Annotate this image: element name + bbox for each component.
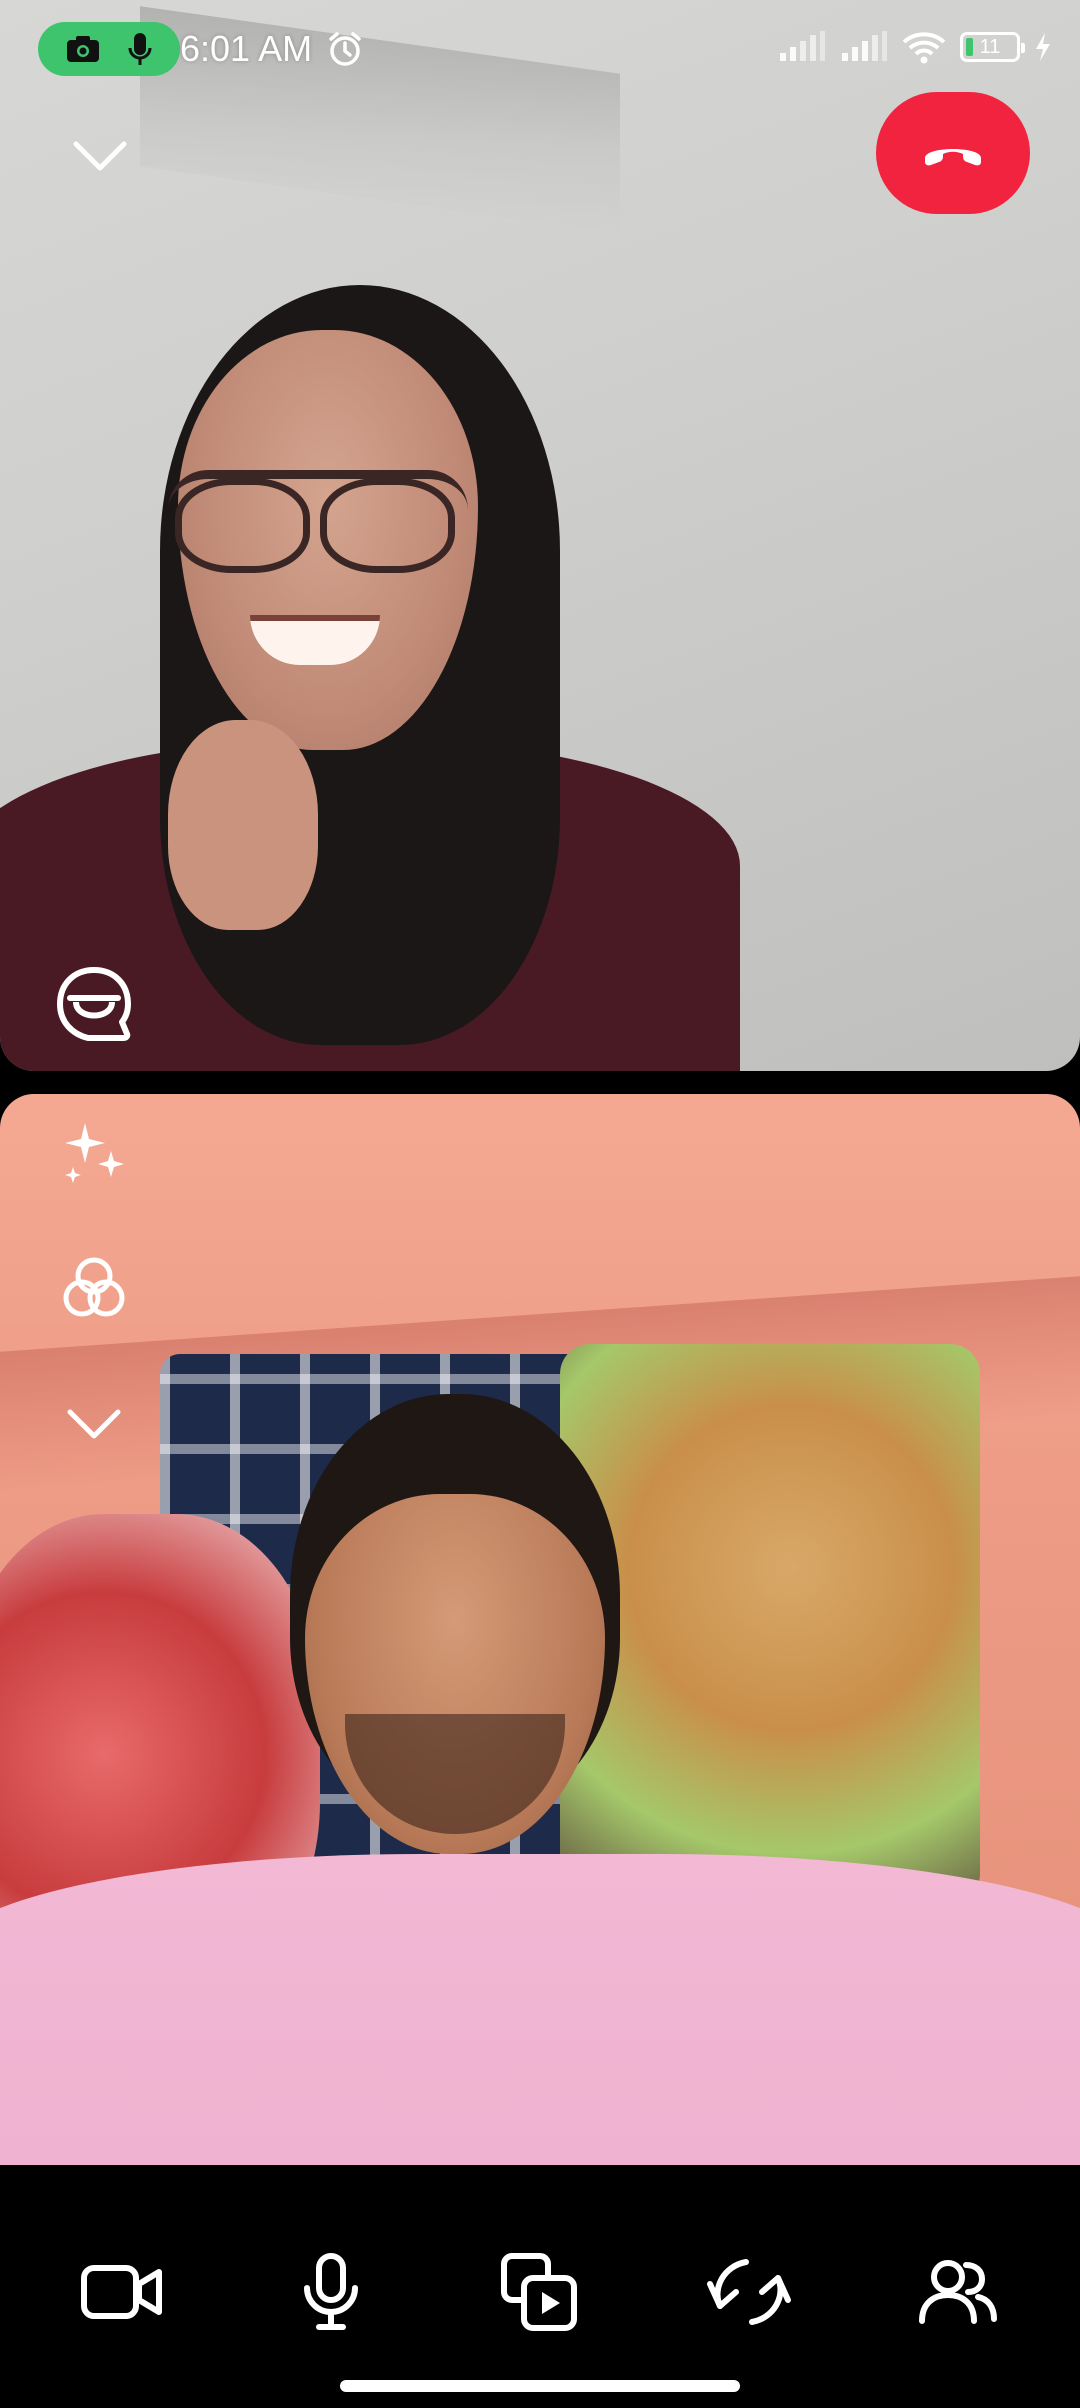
battery-icon: 11 — [960, 32, 1025, 62]
effects-button[interactable] — [52, 1110, 136, 1194]
privacy-indicator-pill[interactable] — [38, 22, 180, 76]
self-person-shirt — [0, 1854, 1080, 2165]
minimize-call-button[interactable] — [64, 128, 136, 184]
signal-icon — [778, 31, 826, 63]
participants-icon — [918, 2257, 998, 2327]
microphone-icon — [301, 2252, 361, 2332]
wifi-icon — [902, 30, 946, 64]
end-call-button[interactable] — [876, 92, 1030, 214]
battery-level: 11 — [979, 35, 1001, 58]
camera-in-use-icon — [65, 34, 101, 64]
home-indicator-bar[interactable] — [340, 2380, 740, 2392]
glasses-lens-right — [320, 478, 455, 573]
self-video-tile[interactable] — [0, 1094, 1080, 2165]
participants-button[interactable] — [903, 2237, 1013, 2347]
call-control-bar — [0, 2165, 1080, 2408]
clock-time: 6:01 AM — [180, 28, 313, 69]
effects-sparkle-icon — [59, 1117, 129, 1187]
more-tools-button[interactable] — [52, 1382, 136, 1466]
captions-button[interactable] — [52, 962, 136, 1046]
status-bar: 6:01 AM 11 — [0, 0, 1080, 100]
filters-button[interactable] — [52, 1246, 136, 1330]
captions-icon — [52, 962, 136, 1046]
system-icons: 11 — [778, 30, 1052, 64]
chevron-down-icon — [67, 1408, 121, 1440]
end-call-icon — [921, 138, 985, 168]
teddy-bear-pillow — [560, 1344, 980, 1904]
chevron-down-icon — [73, 140, 127, 172]
alarm-icon — [326, 30, 364, 68]
share-media-button[interactable] — [485, 2237, 595, 2347]
glasses-lens-left — [175, 478, 310, 573]
side-toolbar — [52, 1110, 136, 1518]
toggle-mic-button[interactable] — [276, 2237, 386, 2347]
share-media-icon — [500, 2252, 580, 2332]
remote-person-hand — [168, 720, 318, 930]
mic-in-use-icon — [127, 32, 153, 66]
video-camera-icon — [81, 2262, 163, 2322]
flip-camera-button[interactable] — [694, 2237, 804, 2347]
toggle-video-button[interactable] — [67, 2237, 177, 2347]
signal-icon — [840, 31, 888, 63]
call-controls — [0, 2217, 1080, 2367]
filters-icon — [58, 1252, 130, 1324]
flip-camera-icon — [706, 2254, 792, 2330]
charging-icon — [1034, 32, 1052, 62]
